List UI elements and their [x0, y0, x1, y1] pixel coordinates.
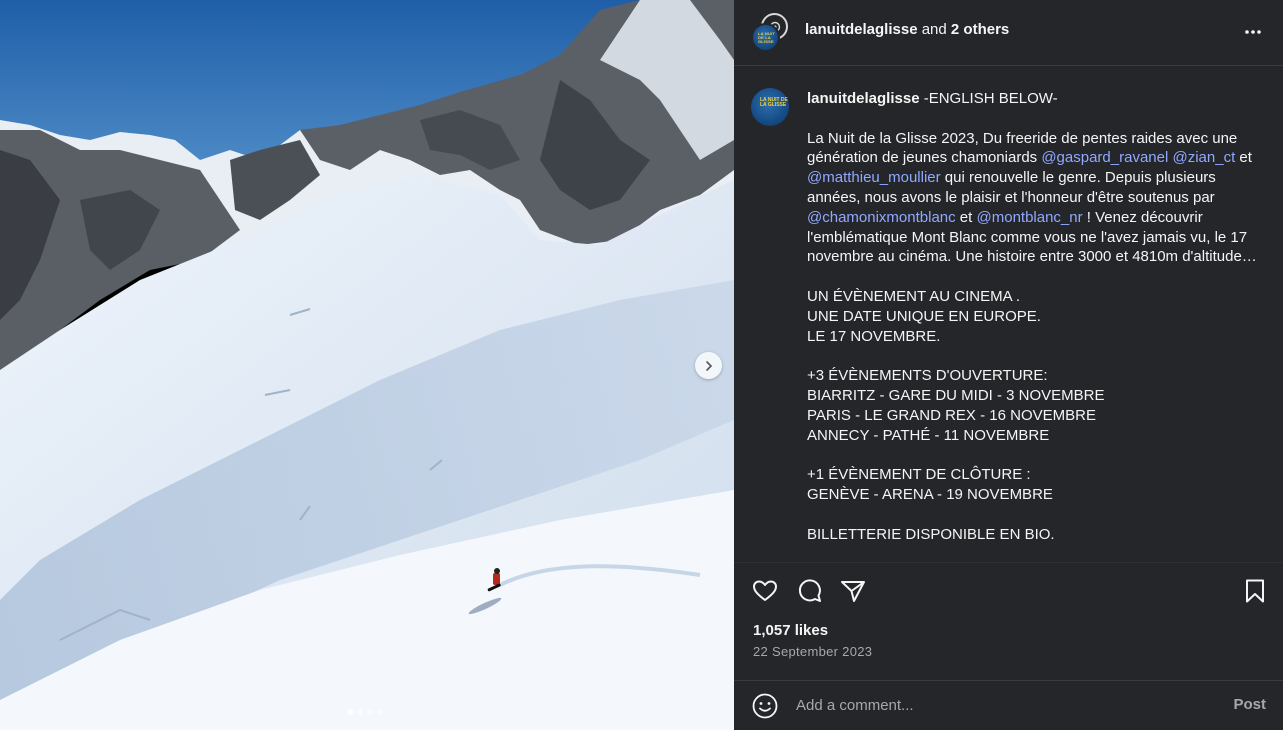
avatar: LA NUIT DE LA GLISSE	[751, 23, 780, 52]
post-caption: LA NUIT DE LA GLISSE lanuitdelaglisse -E…	[734, 66, 1283, 562]
next-slide-button[interactable]	[695, 352, 722, 379]
collab-avatars[interactable]: LA NUIT DE LA GLISSE	[751, 13, 793, 53]
mention-link[interactable]: @matthieu_moullier	[807, 169, 941, 186]
caption-line: BILLETTERIE DISPONIBLE EN BIO.	[807, 525, 1055, 543]
caption-paragraph: La Nuit de la Glisse 2023, Du freeride d…	[807, 129, 1271, 268]
caption-lead: -ENGLISH BELOW-	[919, 90, 1058, 107]
mention-link[interactable]: @montblanc_nr	[977, 209, 1083, 226]
more-horizontal-icon[interactable]	[1243, 22, 1263, 42]
caption-line: LE 17 NOVEMBRE.	[807, 327, 941, 345]
caption-first-line: lanuitdelaglisse -ENGLISH BELOW-	[807, 89, 1271, 109]
comment-bubble-icon[interactable]	[795, 577, 823, 605]
emoji-icon[interactable]	[751, 692, 779, 720]
paper-plane-icon[interactable]	[839, 577, 867, 605]
carousel-dot	[357, 709, 363, 715]
post-image	[0, 0, 734, 730]
comment-input[interactable]	[796, 693, 1196, 717]
caption-line: UNE DATE UNIQUE EN EUROPE.	[807, 307, 1041, 325]
mention-link[interactable]: @chamonixmontblanc	[807, 209, 956, 226]
post-actions: 1,057 likes 22 September 2023	[734, 562, 1283, 680]
post-author-line: lanuitdelaglisse and 2 others	[805, 21, 1009, 38]
caption-line: PARIS - LE GRAND REX - 16 NOVEMBRE	[807, 406, 1096, 424]
collaborators-link[interactable]: 2 others	[951, 21, 1009, 38]
heart-icon[interactable]	[751, 577, 779, 605]
caption-line: +1 ÉVÈNEMENT DE CLÔTURE :	[807, 466, 1031, 484]
author-connector: and	[921, 21, 947, 38]
comment-bar: Post	[734, 680, 1283, 730]
post-header: LA NUIT DE LA GLISSE lanuitdelaglisse an…	[734, 0, 1283, 66]
post-details-panel: LA NUIT DE LA GLISSE lanuitdelaglisse an…	[734, 0, 1283, 730]
post-date: 22 September 2023	[753, 644, 873, 659]
carousel-dot	[347, 709, 353, 715]
caption-line: ANNECY - PATHÉ - 11 NOVEMBRE	[807, 426, 1050, 444]
caption-avatar[interactable]: LA NUIT DE LA GLISSE	[751, 88, 789, 126]
post-media[interactable]	[0, 0, 734, 730]
caption-line: GENÈVE - ARENA - 19 NOVEMBRE	[807, 485, 1053, 503]
caption-text-run: et	[955, 208, 977, 226]
chevron-right-icon	[705, 360, 712, 371]
caption-line: +3 ÉVÈNEMENTS D'OUVERTURE:	[807, 367, 1048, 385]
carousel-dots	[347, 709, 383, 715]
likes-count[interactable]: 1,057 likes	[753, 622, 828, 639]
mention-link[interactable]: @zian_ct	[1172, 149, 1235, 166]
avatar-logo-text: LA NUIT DE LA GLISSE	[758, 31, 776, 44]
avatar-logo-text: LA NUIT DE LA GLISSE	[760, 97, 788, 108]
caption-text: lanuitdelaglisse -ENGLISH BELOW- La Nuit…	[807, 89, 1271, 544]
author-username[interactable]: lanuitdelaglisse	[805, 21, 918, 38]
caption-line: BIARRITZ - GARE DU MIDI - 3 NOVEMBRE	[807, 386, 1105, 404]
caption-username[interactable]: lanuitdelaglisse	[807, 90, 920, 107]
post-comment-button[interactable]: Post	[1233, 696, 1266, 713]
bookmark-icon[interactable]	[1241, 577, 1269, 605]
carousel-dot	[377, 709, 383, 715]
mention-link[interactable]: @gaspard_ravanel	[1041, 149, 1168, 166]
caption-text-run: et	[1235, 149, 1252, 167]
carousel-dot	[367, 709, 373, 715]
caption-line: UN ÉVÈNEMENT AU CINEMA .	[807, 287, 1021, 305]
